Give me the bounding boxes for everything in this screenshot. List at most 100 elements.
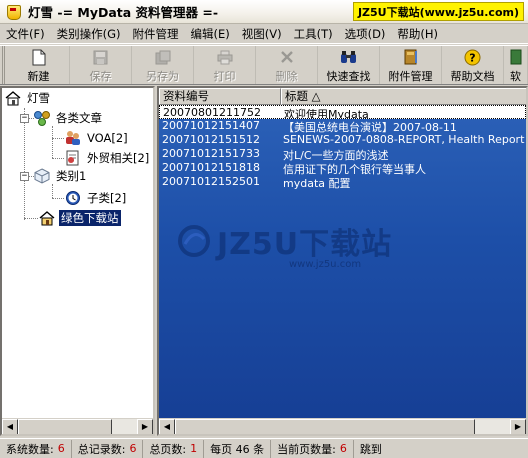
help-doc-button[interactable]: ? 帮助文档	[442, 46, 504, 84]
attachment-manage-button[interactable]: 附件管理	[380, 46, 442, 84]
watermark-swirl-icon	[178, 225, 210, 257]
binoculars-icon	[340, 48, 358, 66]
scroll-track[interactable]	[18, 419, 137, 434]
new-document-icon	[30, 48, 48, 66]
status-per-page: 每页 46 条	[204, 439, 272, 458]
tree-node-label: 外贸相关[2]	[87, 151, 150, 165]
list-row[interactable]: 20071012151818 信用证下的几个银行等当事人	[159, 161, 526, 175]
list-row[interactable]: 20071012151407 【美国总统电台演说】2007-08-11	[159, 119, 526, 133]
cube-icon	[33, 168, 51, 184]
status-current-page-count: 当前页数量: 6	[271, 439, 354, 458]
watermark-url: www.jz5u.com	[289, 259, 362, 270]
new-button[interactable]: 新建	[8, 46, 70, 84]
list-row[interactable]: 20071012151733 对L/C一些方面的浅述	[159, 147, 526, 161]
status-value: 1	[190, 442, 198, 455]
column-header-id[interactable]: 资料编号	[159, 88, 281, 105]
status-label: 总页数:	[149, 442, 187, 456]
delete-button[interactable]: 删除	[256, 46, 318, 84]
software-button[interactable]: 软	[504, 46, 528, 84]
home-icon	[38, 210, 56, 226]
collapse-toggle[interactable]: −	[20, 113, 29, 123]
watermark-logo: JZ5U下载站	[177, 219, 392, 263]
status-label: 跳到	[359, 442, 382, 456]
tree-line	[52, 126, 53, 158]
tree-node-subcategory[interactable]: 子类[2]	[64, 189, 128, 207]
status-bar: 系统数量: 6 总记录数: 6 总页数: 1 每页 46 条 当前页数量: 6 …	[0, 438, 528, 458]
help-icon: ?	[464, 48, 482, 66]
save-as-button[interactable]: 另存为	[132, 46, 194, 84]
tree-line	[52, 184, 53, 198]
tree-node-voa[interactable]: VOA[2]	[64, 129, 130, 147]
column-header-title[interactable]: 标题 △	[281, 88, 526, 105]
record-id: 20071012151818	[162, 161, 260, 174]
tree-node-label: 子类[2]	[87, 191, 127, 205]
menu-tools[interactable]: 工具(T)	[288, 24, 339, 44]
collapse-toggle[interactable]: −	[20, 171, 29, 181]
category-tree[interactable]: 灯雪 − 各类文章 VOA[2] 外贸相关[2] − 类别1 子类[2] 绿色下…	[0, 86, 155, 436]
record-id: 20070801211752	[163, 106, 261, 119]
scroll-left-icon[interactable]: ◀	[2, 419, 18, 434]
record-list[interactable]: 资料编号 标题 △ JZ5U下载站 www.jz5u.com 200708012…	[157, 86, 528, 436]
scroll-track[interactable]	[175, 419, 510, 434]
delete-icon	[278, 48, 296, 66]
record-title: 信用证下的几个银行等当事人	[283, 163, 426, 175]
save-icon	[92, 48, 110, 66]
scroll-thumb[interactable]	[18, 419, 112, 434]
scroll-right-icon[interactable]: ▶	[137, 419, 153, 434]
svg-text:?: ?	[469, 51, 475, 64]
record-title: 【美国总统电台演说】2007-08-11	[283, 121, 457, 133]
status-system-count: 系统数量: 6	[0, 439, 72, 458]
quick-find-button-label: 快速查找	[326, 70, 371, 83]
menu-help[interactable]: 帮助(H)	[391, 24, 444, 44]
menu-view[interactable]: 视图(V)	[236, 24, 288, 44]
toolbar: 新建 保存 另存为 打印 删除 快速查找 附件管理 ? 帮助文档 软	[0, 45, 528, 85]
tree-node-root[interactable]: 灯雪	[4, 89, 52, 107]
menu-options[interactable]: 选项(D)	[339, 24, 392, 44]
status-value: 6	[339, 442, 347, 455]
record-id: 20071012151733	[162, 147, 260, 160]
save-as-icon	[154, 48, 172, 66]
save-button[interactable]: 保存	[70, 46, 132, 84]
record-id: 20071012152501	[162, 175, 260, 188]
record-title: 欢迎使用Mydata	[284, 108, 369, 118]
menu-category[interactable]: 类别操作(G)	[51, 24, 127, 44]
print-button[interactable]: 打印	[194, 46, 256, 84]
tree-horizontal-scrollbar[interactable]: ◀ ▶	[2, 418, 153, 434]
list-horizontal-scrollbar[interactable]: ◀ ▶	[159, 418, 526, 434]
record-title: mydata 配置	[283, 177, 351, 189]
tree-line	[52, 138, 64, 139]
tree-node-green-download[interactable]: 绿色下载站	[38, 209, 121, 227]
tree-node-label: 类别1	[56, 169, 87, 183]
status-jump-to[interactable]: 跳到	[354, 440, 388, 458]
menu-edit[interactable]: 编辑(E)	[184, 24, 235, 44]
list-row[interactable]: 20071012152501 mydata 配置	[159, 175, 526, 189]
tree-node-articles[interactable]: − 各类文章	[20, 109, 104, 127]
list-row[interactable]: 20070801211752 欢迎使用Mydata	[159, 105, 526, 119]
status-label: 总记录数:	[77, 442, 126, 456]
home-icon	[4, 90, 22, 106]
print-icon	[216, 48, 234, 66]
tree-node-label: 绿色下载站	[59, 210, 121, 226]
scroll-thumb[interactable]	[175, 419, 475, 434]
network-icon	[33, 110, 51, 126]
scroll-left-icon[interactable]: ◀	[159, 419, 175, 434]
title-bar[interactable]: 灯雪 -= MyData 资料管理器 =- JZ5U下载站(www.jz5u.c…	[0, 0, 528, 24]
record-id: 20071012151407	[162, 119, 260, 132]
scroll-right-icon[interactable]: ▶	[510, 419, 526, 434]
quick-find-button[interactable]: 快速查找	[318, 46, 380, 84]
watermark-banner: JZ5U下载站(www.jz5u.com)	[352, 2, 524, 21]
tree-node-trade[interactable]: 外贸相关[2]	[64, 149, 151, 167]
list-body: JZ5U下载站 www.jz5u.com 20070801211752 欢迎使用…	[159, 105, 526, 419]
tree-node-label: 灯雪	[27, 91, 50, 105]
attachment-manage-button-label: 附件管理	[388, 70, 433, 83]
menu-file[interactable]: 文件(F)	[0, 24, 51, 44]
record-id: 20071012151512	[162, 133, 260, 146]
tree-node-category1[interactable]: − 类别1	[20, 167, 88, 185]
list-row[interactable]: 20071012151512 SENEWS-2007-0808-REPORT, …	[159, 133, 526, 147]
record-title: 对L/C一些方面的浅述	[283, 149, 389, 161]
tree-line	[24, 218, 38, 219]
software-icon	[507, 48, 525, 66]
menu-attachment[interactable]: 附件管理	[126, 24, 184, 44]
attachment-book-icon	[402, 48, 420, 66]
new-button-label: 新建	[27, 70, 50, 83]
